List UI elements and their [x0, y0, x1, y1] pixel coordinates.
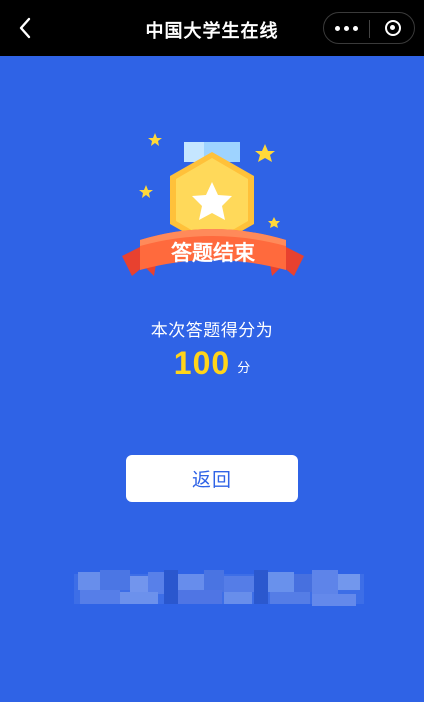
return-button[interactable]: 返回	[126, 455, 298, 502]
star-icon	[255, 144, 275, 162]
mini-program-capsule	[323, 12, 415, 44]
blurred-content	[74, 570, 364, 606]
medal-illustration: 答题结束	[122, 133, 304, 276]
star-icon	[268, 217, 280, 228]
score-subtitle: 本次答题得分为	[150, 321, 274, 341]
score-display: 100 分	[0, 344, 424, 382]
score-unit: 分	[237, 361, 251, 376]
target-close-icon	[384, 20, 401, 36]
close-button[interactable]	[370, 13, 415, 43]
star-icon	[139, 185, 153, 198]
more-button[interactable]	[324, 13, 369, 43]
top-navigation-bar: 中国大学生在线	[0, 0, 424, 56]
more-dots-icon	[335, 25, 340, 31]
star-icon	[148, 133, 162, 146]
score-value: 100	[173, 345, 231, 381]
banner-text: 答题结束	[171, 241, 256, 265]
